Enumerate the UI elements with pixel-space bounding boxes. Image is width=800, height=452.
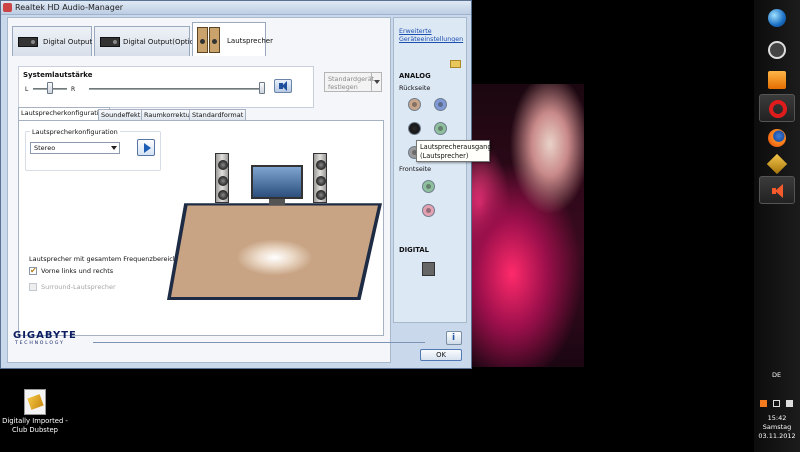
jack-front-green[interactable] <box>422 180 435 193</box>
tab-default-format[interactable]: Standardformat <box>189 109 247 120</box>
speaker-configuration-select[interactable]: Stereo <box>30 142 120 154</box>
clock-day[interactable]: Samstag <box>754 423 800 431</box>
tab-digital-output-optical-label: Digital Output(Optical) <box>123 38 203 46</box>
jack-blue[interactable] <box>434 98 447 111</box>
tab-digital-output-optical[interactable]: Digital Output(Optical) <box>94 26 202 56</box>
jack-green[interactable] <box>434 122 447 135</box>
volume-track <box>89 88 265 90</box>
front-left-right-checkbox[interactable] <box>29 266 37 275</box>
tooltip-line-2: (Lautsprecher) <box>420 152 469 160</box>
balance-right-label: R <box>71 86 76 93</box>
jack-black[interactable] <box>408 122 421 135</box>
set-default-device-dropdown[interactable]: Standardgerät festlegen <box>324 72 382 92</box>
advanced-device-settings-link[interactable]: Erweiterte Geräteeinstellungen <box>399 28 467 44</box>
jack-orange[interactable] <box>408 98 421 111</box>
set-default-device-label: Standardgerät festlegen <box>328 75 375 91</box>
digital-heading: DIGITAL <box>399 246 429 254</box>
tray-network-icon[interactable] <box>773 400 780 407</box>
balance-slider-thumb[interactable] <box>47 82 53 94</box>
start-button[interactable] <box>759 4 795 32</box>
analog-heading: ANALOG <box>399 72 431 80</box>
folder-icon[interactable] <box>450 60 461 68</box>
speaker-configuration-panel: Lautsprecherkonfiguration Stereo Lautspr… <box>18 120 384 336</box>
optical-output-icon <box>100 37 120 47</box>
input-language-indicator[interactable]: DE <box>772 371 781 379</box>
system-volume-panel: Systemlautstärke L R <box>18 66 314 108</box>
front-panel-label: Frontseite <box>399 165 432 173</box>
room-floor <box>171 205 378 297</box>
taskbar-realtek-audio[interactable] <box>759 176 795 204</box>
monitor-icon <box>251 165 303 199</box>
mute-speaker-icon[interactable] <box>274 79 292 93</box>
jack-front-pink[interactable] <box>422 204 435 217</box>
taskbar-opera[interactable] <box>759 94 795 122</box>
tab-room-correction[interactable]: Raumkorrektur <box>141 109 196 120</box>
tab-speaker-configuration[interactable]: Lautsprecherkonfiguration <box>18 107 110 120</box>
taskbar-steam[interactable] <box>759 36 795 64</box>
balance-left-label: L <box>25 86 29 93</box>
info-icon[interactable] <box>446 331 462 345</box>
taskbar-winamp[interactable] <box>759 150 795 178</box>
digital-output-icon <box>18 37 38 47</box>
gigabyte-logo-sub: TECHNOLOGY <box>15 341 65 346</box>
speaker-room-illustration <box>157 135 389 321</box>
taskbar-media-player[interactable] <box>759 66 795 94</box>
speaker-configuration-value: Stereo <box>34 144 56 152</box>
front-left-speaker-icon[interactable] <box>215 153 229 203</box>
surround-speakers-checkbox[interactable] <box>29 283 37 291</box>
title-bar[interactable]: Realtek HD Audio-Manager <box>1 1 471 15</box>
tray-flag-icon[interactable] <box>760 400 767 407</box>
speaker-configuration-group-label: Lautsprecherkonfiguration <box>30 128 120 136</box>
main-content: Digital Output Digital Output(Optical) L… <box>7 17 391 363</box>
gigabyte-logo: GIGABYTE <box>13 330 77 341</box>
tab-digital-output[interactable]: Digital Output <box>12 26 92 56</box>
fullrange-speakers-group: Lautsprecher mit gesamtem Frequenzbereic… <box>25 255 177 323</box>
realtek-audio-manager-window: Realtek HD Audio-Manager Digital Output … <box>0 0 472 369</box>
playlist-file-icon[interactable] <box>24 389 46 415</box>
tooltip-line-1: Lautsprecherausgang <box>420 143 492 151</box>
volume-slider-thumb[interactable] <box>259 82 265 94</box>
taskbar: DE 15:42 Samstag 03.11.2012 <box>754 0 800 452</box>
surround-speakers-label: Surround-Lautsprecher <box>41 283 116 291</box>
tab-lautsprecher[interactable]: Lautsprecher <box>192 22 273 56</box>
front-right-speaker-icon[interactable] <box>313 153 327 203</box>
window-title: Realtek HD Audio-Manager <box>15 3 124 12</box>
play-test-button[interactable] <box>137 139 155 156</box>
chevron-down-icon <box>109 143 119 153</box>
front-left-right-label: Vorne links und rechts <box>41 267 114 275</box>
digital-connector-icon[interactable] <box>422 262 435 276</box>
jack-tooltip: Lautsprecherausgang (Lautsprecher) <box>416 140 492 162</box>
system-volume-label: Systemlautstärke <box>23 71 93 79</box>
tab-lautsprecher-label: Lautsprecher <box>227 37 273 45</box>
monitor-stand <box>269 199 285 205</box>
tray-volume-icon[interactable] <box>786 400 793 407</box>
desktop-wallpaper <box>472 84 584 367</box>
taskbar-firefox[interactable] <box>759 124 795 152</box>
fullrange-speakers-label: Lautsprecher mit gesamtem Frequenzbereic… <box>29 255 177 263</box>
desktop-icon-label[interactable]: Digitally Imported - Club Dubstep <box>0 417 70 435</box>
speaker-configuration-group: Lautsprecherkonfiguration Stereo <box>25 128 161 171</box>
connector-panel: Erweiterte Geräteeinstellungen ANALOG Rü… <box>393 17 467 323</box>
tab-digital-output-label: Digital Output <box>43 38 93 46</box>
ok-button[interactable]: OK <box>420 349 462 361</box>
speaker-icon <box>197 25 221 53</box>
footer-divider <box>93 342 425 343</box>
back-panel-label: Rückseite <box>399 84 431 92</box>
clock-date[interactable]: 03.11.2012 <box>754 432 800 440</box>
clock-time[interactable]: 15:42 <box>754 414 800 422</box>
realtek-app-icon <box>3 3 12 12</box>
tab-sound-effect[interactable]: Soundeffekt <box>98 109 144 120</box>
chevron-down-icon <box>371 73 381 91</box>
